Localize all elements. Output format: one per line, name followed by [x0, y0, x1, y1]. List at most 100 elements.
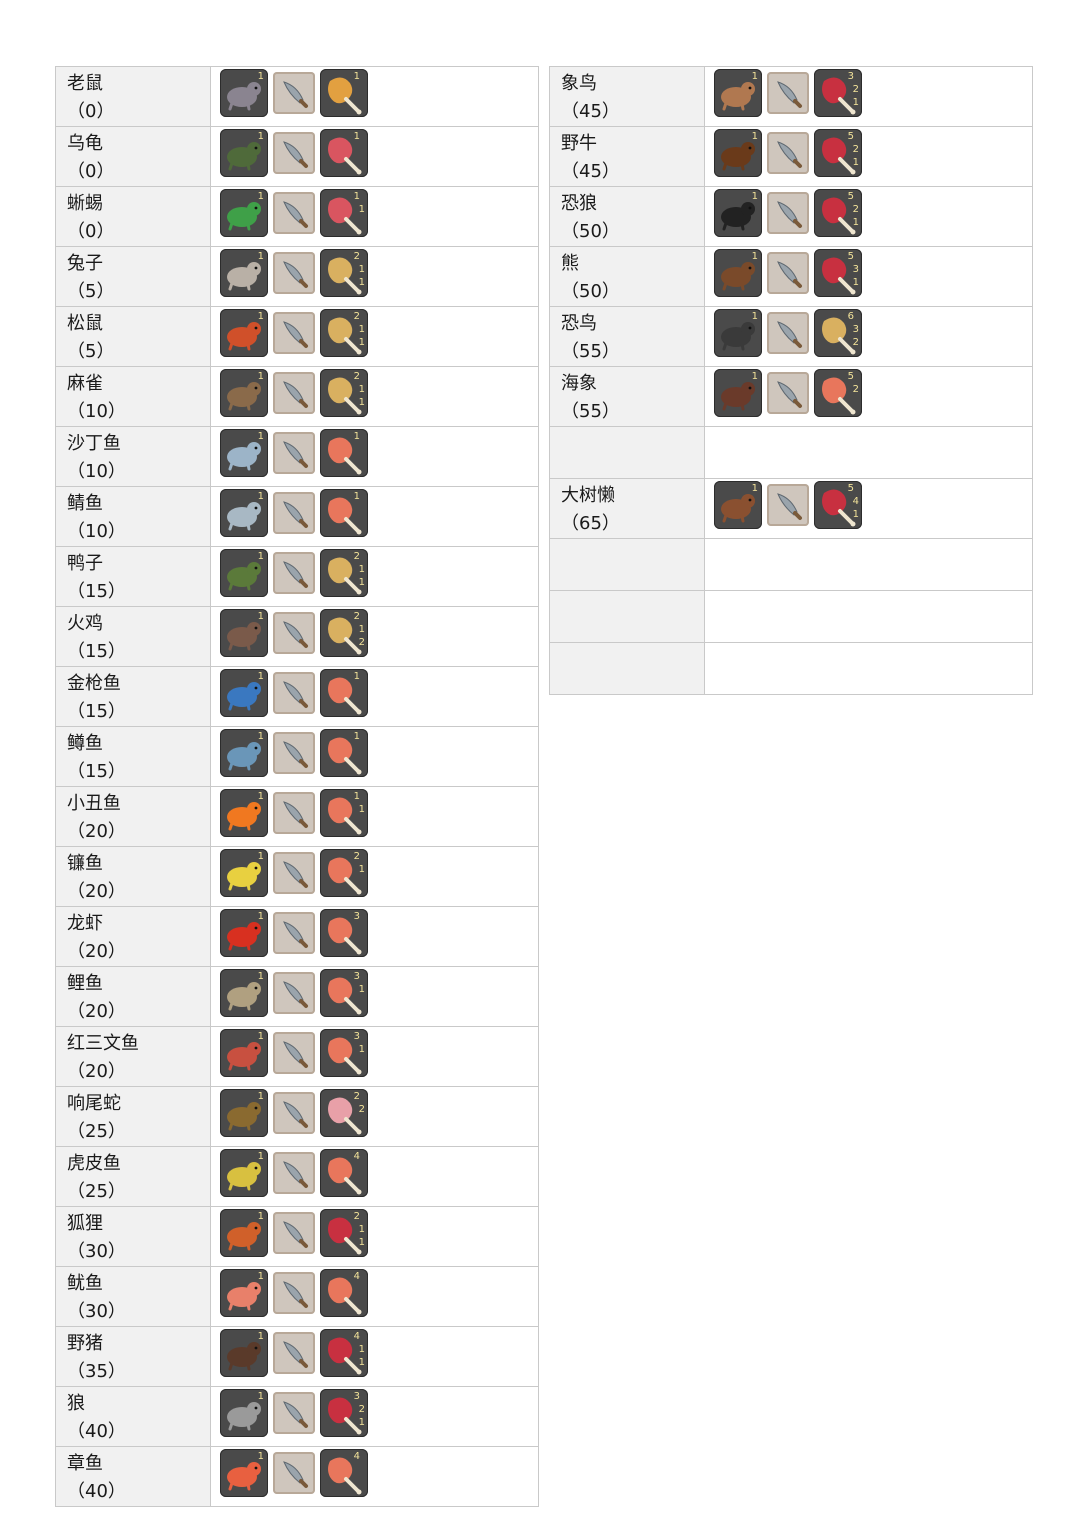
product-count: 1: [358, 384, 365, 395]
harvest-slots: 121: [211, 847, 538, 897]
harvest-slots: 1 2 1 1: [211, 307, 538, 357]
lizard-icon: 1: [220, 189, 268, 237]
animal-count: 1: [257, 1031, 264, 1042]
table-row: 鳟鱼 （15） 1 1: [55, 726, 539, 787]
table-row: 红三文鱼 （20） 1 3 1: [55, 1026, 539, 1087]
table-row: 龙虾 （20） 1 3: [55, 906, 539, 967]
knife-icon: [273, 1032, 315, 1074]
knife-icon: [273, 312, 315, 354]
harvest-slots: 111: [211, 787, 538, 837]
product-count: 4: [353, 1451, 360, 1462]
harvest-cell: 11: [210, 486, 539, 547]
animal-name: 海象: [561, 373, 597, 394]
product-count: 4: [852, 496, 859, 507]
product-count: 2: [852, 84, 859, 95]
knife-icon: [767, 72, 809, 114]
table-row: 野猪 （35） 1 4 1 1: [55, 1326, 539, 1387]
harvest-cell: 11: [210, 726, 539, 787]
product-count: 2: [358, 1404, 365, 1415]
table-row: [549, 590, 1033, 643]
product-count: 1: [353, 791, 360, 802]
harvest-cell: 111: [210, 186, 539, 247]
animal-value: （0）: [67, 101, 115, 122]
harvest-cell: 122: [210, 1086, 539, 1147]
animal-value: （40）: [67, 1481, 126, 1502]
name-wrap: 响尾蛇 （25）: [56, 1087, 210, 1146]
animal-name-cell: [549, 590, 705, 643]
harvest-slots: 1632: [705, 307, 1032, 357]
animal-count: 1: [751, 131, 758, 142]
animal-name-cell: 蜥蜴 （0）: [55, 186, 211, 247]
table-row: 象鸟 （45） 1 3 2 1: [549, 66, 1033, 127]
harvest-cell: 1 2 1 2: [210, 606, 539, 667]
steak-and-scale-icon: 31: [320, 1029, 368, 1077]
animal-count: 1: [751, 483, 758, 494]
animal-name: 龙虾: [67, 913, 103, 934]
knife-icon: [273, 192, 315, 234]
name-wrap: 火鸡 （15）: [56, 607, 210, 666]
harvest-slots: 1521: [705, 127, 1032, 177]
table-row: [549, 426, 1033, 479]
animal-value: （15）: [67, 761, 126, 782]
sparrow-icon: 1: [220, 369, 268, 417]
animal-name-cell: 恐狼 （50）: [549, 186, 705, 247]
harvest-slots: 14: [211, 1267, 538, 1317]
animal-name: 章鱼: [67, 1453, 103, 1474]
animal-value: （10）: [67, 461, 126, 482]
name-wrap: [550, 539, 704, 542]
leg-and-feather-icon: 2 1 1: [320, 549, 368, 597]
product-count: 1: [358, 624, 365, 635]
knife-icon: [273, 792, 315, 834]
meat-bone-hide-icon: 5 4 1: [814, 481, 862, 529]
name-wrap: 野猪 （35）: [56, 1327, 210, 1386]
animal-count: 1: [257, 1211, 264, 1222]
steak-and-scale-icon: 31: [320, 969, 368, 1017]
animal-name-cell: 沙丁鱼 （10）: [55, 426, 211, 487]
left-harvest-table: 老鼠 （0） 1 1 乌龟 （0） 1 1 蜥蜴 （0） 1 1 1 兔子 （5） 1 2 1 1 松鼠 （5） 1 2 1 1…: [55, 66, 539, 1507]
animal-name-cell: 章鱼 （40）: [55, 1446, 211, 1507]
table-row: 鲤鱼 （20） 1 3 1: [55, 966, 539, 1027]
table-row: 海象 （55） 1 5 2: [549, 366, 1033, 427]
raw-meat-icon: 1: [320, 129, 368, 177]
harvest-cell: 11: [210, 66, 539, 127]
knife-icon: [273, 1152, 315, 1194]
meat-and-leather-icon: 4 1 1: [320, 1329, 368, 1377]
boar-icon: 1: [220, 1329, 268, 1377]
fox-icon: 1: [220, 1209, 268, 1257]
animal-name-cell: 乌龟 （0）: [55, 126, 211, 187]
animal-name: 熊: [561, 253, 579, 274]
animal-name: 红三文鱼: [67, 1033, 139, 1054]
product-count: 1: [358, 264, 365, 275]
animal-value: （5）: [67, 281, 115, 302]
harvest-cell: 14: [210, 1146, 539, 1207]
animal-count: 1: [257, 851, 264, 862]
table-row: 响尾蛇 （25） 1 2 2: [55, 1086, 539, 1147]
harvest-slots: 1 3 2 1: [705, 67, 1032, 117]
tuna-icon: 1: [220, 669, 268, 717]
product-count: 1: [852, 97, 859, 108]
animal-value: （25）: [67, 1181, 126, 1202]
harvest-cell: 1531: [704, 246, 1033, 307]
animal-name: 小丑鱼: [67, 793, 121, 814]
product-count: 1: [358, 1044, 365, 1055]
harvest-slots: 152: [705, 367, 1032, 417]
leg-and-fur-icon: 2 1 1: [320, 249, 368, 297]
animal-name: 兔子: [67, 253, 103, 274]
animal-name-cell: 响尾蛇 （25）: [55, 1086, 211, 1147]
name-wrap: 海象 （55）: [550, 367, 704, 426]
animal-value: （15）: [67, 641, 126, 662]
knife-icon: [273, 72, 315, 114]
animal-count: 1: [257, 971, 264, 982]
animal-name-cell: 镰鱼 （20）: [55, 846, 211, 907]
harvest-slots: 13: [211, 907, 538, 957]
product-count: 1: [358, 864, 365, 875]
knife-icon: [273, 1332, 315, 1374]
name-wrap: 兔子 （5）: [56, 247, 210, 306]
harvest-slots: 1 4 1 1: [211, 1327, 538, 1377]
animal-name-cell: 红三文鱼 （20）: [55, 1026, 211, 1087]
knife-icon: [767, 484, 809, 526]
ground-sloth-icon: 1: [714, 481, 762, 529]
harvest-slots: 122: [211, 1087, 538, 1137]
animal-value: （0）: [67, 161, 115, 182]
animal-name: 鱿鱼: [67, 1273, 103, 1294]
